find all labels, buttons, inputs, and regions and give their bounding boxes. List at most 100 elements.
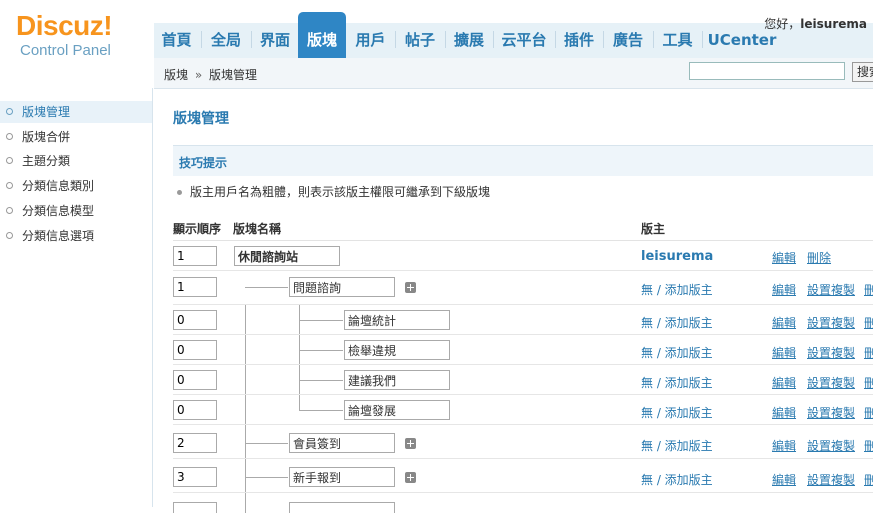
tree-connector: [299, 320, 343, 321]
moderator-link[interactable]: 無 / 添加版主: [641, 281, 713, 298]
sidebar: 版塊管理 版塊合併 主題分類 分類信息類別 分類信息模型 分類信息選項: [0, 88, 153, 507]
sidebar-item-forum-manage[interactable]: 版塊管理: [0, 101, 152, 123]
table-row: leisurema 編輯 刪除: [173, 241, 873, 271]
tree-connector: [245, 425, 246, 459]
copy-settings-link[interactable]: 設置複製: [807, 344, 855, 361]
username[interactable]: leisurema: [800, 17, 867, 31]
copy-settings-link[interactable]: 設置複製: [807, 281, 855, 298]
order-input[interactable]: [173, 502, 217, 513]
moderator-link[interactable]: 無 / 添加版主: [641, 344, 713, 361]
logo[interactable]: Discuz! Control Panel: [16, 10, 113, 59]
delete-link[interactable]: 刪: [864, 281, 873, 298]
bullet-icon: [6, 133, 13, 140]
tree-connector: [299, 380, 343, 381]
moderator-link[interactable]: 無 / 添加版主: [641, 437, 713, 454]
sidebar-item-thread-types[interactable]: 主題分類: [0, 150, 152, 172]
nav-forum[interactable]: 版塊: [298, 12, 346, 58]
forum-name-input[interactable]: [344, 370, 450, 390]
moderator-link[interactable]: 無 / 添加版主: [641, 374, 713, 391]
breadcrumb-root[interactable]: 版塊: [164, 68, 188, 82]
nav-posts[interactable]: 帖子: [397, 23, 443, 58]
moderator-link[interactable]: 無 / 添加版主: [641, 404, 713, 421]
add-subforum-plus-icon[interactable]: [405, 472, 416, 483]
tree-connector: [245, 459, 246, 493]
nav-plugins[interactable]: 插件: [557, 23, 601, 58]
header: Discuz! Control Panel 首頁 全局 界面 版塊 用戶 帖子 …: [0, 0, 873, 59]
logo-title: Discuz!: [16, 10, 113, 41]
bullet-icon: [177, 190, 182, 195]
sidebar-item-sort-category[interactable]: 分類信息類別: [0, 175, 152, 197]
delete-link[interactable]: 刪除: [807, 249, 831, 266]
copy-settings-link[interactable]: 設置複製: [807, 471, 855, 488]
order-input[interactable]: [173, 370, 217, 390]
add-subforum-plus-icon[interactable]: [405, 438, 416, 449]
breadcrumb-bar: 版塊 » 版塊管理 搜索: [154, 58, 873, 89]
edit-link[interactable]: 編輯: [772, 437, 796, 454]
forum-name-input[interactable]: [289, 502, 395, 513]
moderator-link[interactable]: leisurema: [641, 249, 713, 264]
nav-home[interactable]: 首頁: [154, 23, 199, 58]
order-input[interactable]: [173, 246, 217, 266]
forum-name-input[interactable]: [344, 400, 450, 420]
sidebar-item-sort-model[interactable]: 分類信息模型: [0, 200, 152, 222]
copy-settings-link[interactable]: 設置複製: [807, 374, 855, 391]
order-input[interactable]: [173, 400, 217, 420]
forum-name-input[interactable]: [289, 467, 395, 487]
nav-global[interactable]: 全局: [203, 23, 249, 58]
nav-interface[interactable]: 界面: [253, 23, 297, 58]
forum-name-input[interactable]: [289, 433, 395, 453]
table-row: [173, 493, 873, 513]
edit-link[interactable]: 編輯: [772, 374, 796, 391]
sidebar-item-forum-merge[interactable]: 版塊合併: [0, 126, 152, 148]
edit-link[interactable]: 編輯: [772, 344, 796, 361]
search-input[interactable]: [689, 62, 845, 80]
edit-link[interactable]: 編輯: [772, 281, 796, 298]
delete-link[interactable]: 刪: [864, 344, 873, 361]
tree-connector: [245, 493, 246, 513]
delete-link[interactable]: 刪: [864, 437, 873, 454]
order-input[interactable]: [173, 340, 217, 360]
forum-name-input[interactable]: [344, 310, 450, 330]
delete-link[interactable]: 刪: [864, 374, 873, 391]
nav-tools[interactable]: 工具: [655, 23, 700, 58]
nav-cloud[interactable]: 云平台: [495, 23, 553, 58]
tree-connector: [245, 365, 246, 395]
bullet-icon: [6, 207, 13, 214]
order-input[interactable]: [173, 277, 217, 297]
forum-name-input[interactable]: [289, 277, 395, 297]
forum-name-input[interactable]: [234, 246, 340, 266]
moderator-link[interactable]: 無 / 添加版主: [641, 314, 713, 331]
bullet-icon: [6, 108, 13, 115]
tree-connector: [245, 477, 288, 478]
tree-connector: [245, 305, 246, 335]
edit-link[interactable]: 編輯: [772, 404, 796, 421]
tips-title: 技巧提示: [179, 156, 228, 170]
order-input[interactable]: [173, 433, 217, 453]
edit-link[interactable]: 編輯: [772, 249, 796, 266]
sidebar-item-sort-options[interactable]: 分類信息選項: [0, 225, 152, 247]
copy-settings-link[interactable]: 設置複製: [807, 437, 855, 454]
order-input[interactable]: [173, 310, 217, 330]
column-header-order: 顯示順序: [173, 222, 222, 236]
moderator-link[interactable]: 無 / 添加版主: [641, 471, 713, 488]
copy-settings-link[interactable]: 設置複製: [807, 314, 855, 331]
nav-extend[interactable]: 擴展: [447, 23, 491, 58]
breadcrumb: 版塊 » 版塊管理: [164, 66, 257, 83]
tip-text: 版主用戶名為粗體，則表示該版主權限可繼承到下級版塊: [177, 183, 490, 200]
delete-link[interactable]: 刪: [864, 314, 873, 331]
copy-settings-link[interactable]: 設置複製: [807, 404, 855, 421]
table-row: 無 / 添加版主 編輯 設置複製 刪: [173, 271, 873, 305]
search-button[interactable]: 搜索: [852, 62, 873, 82]
delete-link[interactable]: 刪: [864, 471, 873, 488]
tree-connector: [245, 287, 288, 288]
order-input[interactable]: [173, 467, 217, 487]
user-greeting: 您好，leisurema: [764, 15, 867, 32]
edit-link[interactable]: 編輯: [772, 471, 796, 488]
add-subforum-plus-icon[interactable]: [405, 282, 416, 293]
nav-users[interactable]: 用戶: [348, 23, 393, 58]
edit-link[interactable]: 編輯: [772, 314, 796, 331]
table-row: 無 / 添加版主 編輯 設置複製 刪: [173, 305, 873, 335]
forum-name-input[interactable]: [344, 340, 450, 360]
delete-link[interactable]: 刪: [864, 404, 873, 421]
nav-ads[interactable]: 廣告: [605, 23, 651, 58]
